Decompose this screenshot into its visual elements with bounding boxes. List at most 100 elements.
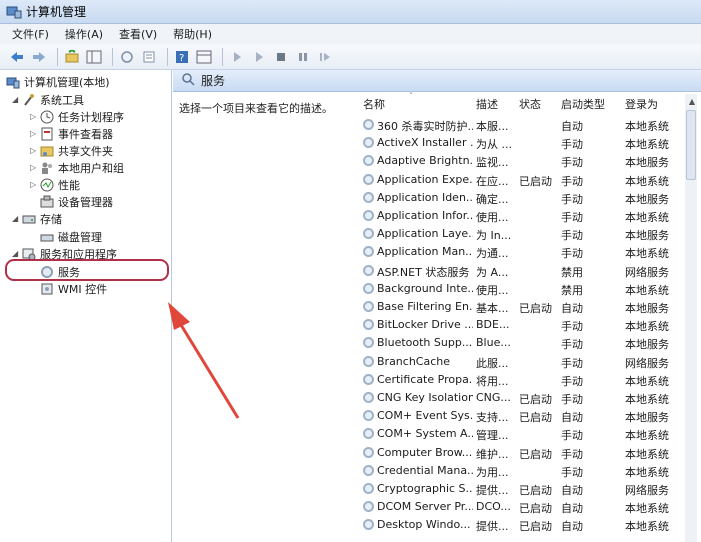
cell-status: 已启动 <box>519 411 552 425</box>
cell-desc: 为 A... <box>476 265 509 279</box>
tree-item-device-manager[interactable]: 设备管理器 <box>40 193 113 210</box>
cell-desc: 为用... <box>476 465 509 479</box>
table-row[interactable]: Background Inte... 使用... 禁用 本地系统 <box>173 280 701 298</box>
expand-arrow-icon[interactable]: ▷ <box>30 163 40 172</box>
export-list-icon[interactable] <box>140 48 158 66</box>
table-row[interactable]: ASP.NET 状态服务为 A... 禁用 网络服务 <box>173 262 701 280</box>
service-gear-icon <box>363 191 374 203</box>
table-row[interactable]: Adaptive Brightn... 监视... 手动 本地服务 <box>173 152 701 170</box>
toolbar-separator <box>57 47 58 66</box>
column-header-name[interactable]: 名称 <box>363 96 385 116</box>
tree-item-root[interactable]: 计算机管理(本地) <box>6 73 110 90</box>
collapse-arrow-icon[interactable]: ◢ <box>12 95 22 104</box>
collapse-arrow-icon[interactable]: ◢ <box>12 249 22 258</box>
cell-name: BranchCache <box>377 354 451 368</box>
expand-arrow-icon[interactable]: ▷ <box>30 129 40 138</box>
column-header-desc[interactable]: 描述 <box>476 96 498 116</box>
service-gear-icon <box>363 446 374 458</box>
tree-item-shared-folders[interactable]: ▷ 共享文件夹 <box>30 142 113 159</box>
table-row[interactable]: Application Man... 为通... 手动 本地系统 <box>173 243 701 261</box>
column-header-startup[interactable]: 启动类型 <box>561 96 605 116</box>
tree-item-local-users[interactable]: ▷ 本地用户和组 <box>30 159 124 176</box>
cell-startup: 自动 <box>561 484 583 497</box>
service-gear-icon <box>363 301 374 312</box>
table-row[interactable]: Application Laye... 为 In... 手动 本地服务 <box>173 225 701 243</box>
start-service-alt-icon[interactable] <box>250 48 268 66</box>
tree-item-storage[interactable]: ◢ 存储 <box>12 210 62 227</box>
refresh-icon[interactable] <box>118 48 136 66</box>
collapse-arrow-icon[interactable]: ◢ <box>12 214 22 223</box>
up-folder-icon[interactable] <box>63 48 81 66</box>
cell-name: Application Iden... <box>377 190 473 204</box>
scroll-up-arrow-icon[interactable]: ▲ <box>689 97 695 106</box>
menu-help[interactable]: 帮助(H) <box>173 26 212 42</box>
table-row[interactable]: Cryptographic S... 提供... 已启动 自动 网络服务 <box>173 480 701 498</box>
expand-arrow-icon[interactable]: ▷ <box>30 180 40 189</box>
cell-name: Certificate Propa... <box>377 372 473 386</box>
table-row[interactable]: Application Iden... 确定... 手动 本地服务 <box>173 189 701 207</box>
cell-desc: 基本... <box>476 302 509 315</box>
menu-view[interactable]: 查看(V) <box>119 26 157 42</box>
back-icon[interactable] <box>8 48 26 66</box>
menu-action[interactable]: 操作(A) <box>65 26 103 42</box>
tree-item-event-viewer[interactable]: ▷ 事件查看器 <box>30 125 113 142</box>
tree-item-system-tools[interactable]: ◢ 系统工具 <box>12 91 84 108</box>
table-row[interactable]: Base Filtering En... 基本... 已启动 自动 本地服务 <box>173 298 701 316</box>
service-gear-icon <box>363 264 374 276</box>
cell-startup: 手动 <box>561 247 583 261</box>
service-description: 选择一个项目来查看它的描述。 <box>179 102 333 115</box>
table-row[interactable]: Desktop Windo... 提供... 已启动 自动 本地系统 <box>173 516 701 534</box>
table-row[interactable]: Application Expe... 在应... 已启动 手动 本地系统 <box>173 171 701 189</box>
table-row[interactable]: Credential Mana... 为用... 手动 本地系统 <box>173 462 701 480</box>
shared-folder-icon <box>40 144 54 158</box>
table-row[interactable]: Bluetooth Supp... Blue... 手动 本地服务 <box>173 334 701 352</box>
show-hide-tree-icon[interactable] <box>85 48 103 66</box>
table-row[interactable]: CNG Key Isolation CNG... 已启动 手动 本地系统 <box>173 389 701 407</box>
scrollbar-thumb[interactable] <box>686 110 696 180</box>
help-icon[interactable]: ? <box>173 48 191 66</box>
tree-item-disk-management[interactable]: 磁盘管理 <box>40 228 102 245</box>
tree-item-task-scheduler[interactable]: ▷ 任务计划程序 <box>30 108 124 125</box>
resume-service-icon[interactable] <box>316 48 334 66</box>
cell-logon: 本地系统 <box>625 283 669 297</box>
users-icon <box>40 161 54 175</box>
cell-name: Desktop Windo... <box>377 518 471 532</box>
tree-item-wmi[interactable]: WMI 控件 <box>40 280 107 297</box>
tree-item-performance[interactable]: ▷ 性能 <box>30 176 80 193</box>
cell-status: 已启动 <box>519 393 552 406</box>
table-row[interactable]: Certificate Propa... 将用... 手动 本地系统 <box>173 371 701 389</box>
table-row[interactable]: DCOM Server Pr... DCO... 已启动 自动 本地系统 <box>173 498 701 516</box>
start-service-icon[interactable] <box>228 48 246 66</box>
forward-icon[interactable] <box>30 48 48 66</box>
pause-service-icon[interactable] <box>294 48 312 66</box>
column-header-status[interactable]: 状态 <box>519 96 541 116</box>
storage-icon <box>22 212 36 226</box>
cell-startup: 手动 <box>561 356 583 370</box>
expand-arrow-icon[interactable]: ▷ <box>30 146 40 155</box>
table-row[interactable]: COM+ Event Sys... 支持... 已启动 自动 本地服务 <box>173 407 701 425</box>
menu-file[interactable]: 文件(F) <box>12 26 49 42</box>
table-row[interactable]: BitLocker Drive ... BDE... 手动 本地系统 <box>173 316 701 334</box>
cell-name: CNG Key Isolation <box>377 391 473 404</box>
table-row[interactable]: ActiveX Installer ... 为从 ... 手动 本地系统 <box>173 134 701 152</box>
table-row[interactable]: COM+ System A... 管理... 手动 本地系统 <box>173 425 701 443</box>
cell-desc: 此服... <box>476 356 509 370</box>
stop-service-icon[interactable] <box>272 48 290 66</box>
table-row[interactable]: 360 杀毒实时防护... 本服... 自动 本地系统 <box>173 116 701 134</box>
table-row[interactable]: Computer Brow... 维护... 已启动 手动 本地系统 <box>173 444 701 462</box>
tree-label: WMI 控件 <box>58 282 108 296</box>
table-row[interactable]: Application Infor... 使用... 手动 本地系统 <box>173 207 701 225</box>
cell-logon: 本地服务 <box>625 192 669 206</box>
table-row[interactable]: BranchCache 此服... 手动 网络服务 <box>173 353 701 371</box>
properties-icon[interactable] <box>195 48 213 66</box>
cell-name: ASP.NET 状态服务 <box>377 265 470 279</box>
column-header-logon[interactable]: 登录为 <box>625 96 658 116</box>
cell-startup: 自动 <box>561 502 583 516</box>
services-panel: 服务 选择一个项目来查看它的描述。 名称 ˇ 描述 状态 启动类型 登录为 36… <box>173 70 701 542</box>
service-gear-icon <box>363 392 374 403</box>
service-gear-icon <box>363 228 374 240</box>
cell-startup: 手动 <box>561 156 583 170</box>
cell-desc: 支持... <box>476 411 509 425</box>
expand-arrow-icon[interactable]: ▷ <box>30 112 40 121</box>
tree-label: 存储 <box>40 212 62 226</box>
